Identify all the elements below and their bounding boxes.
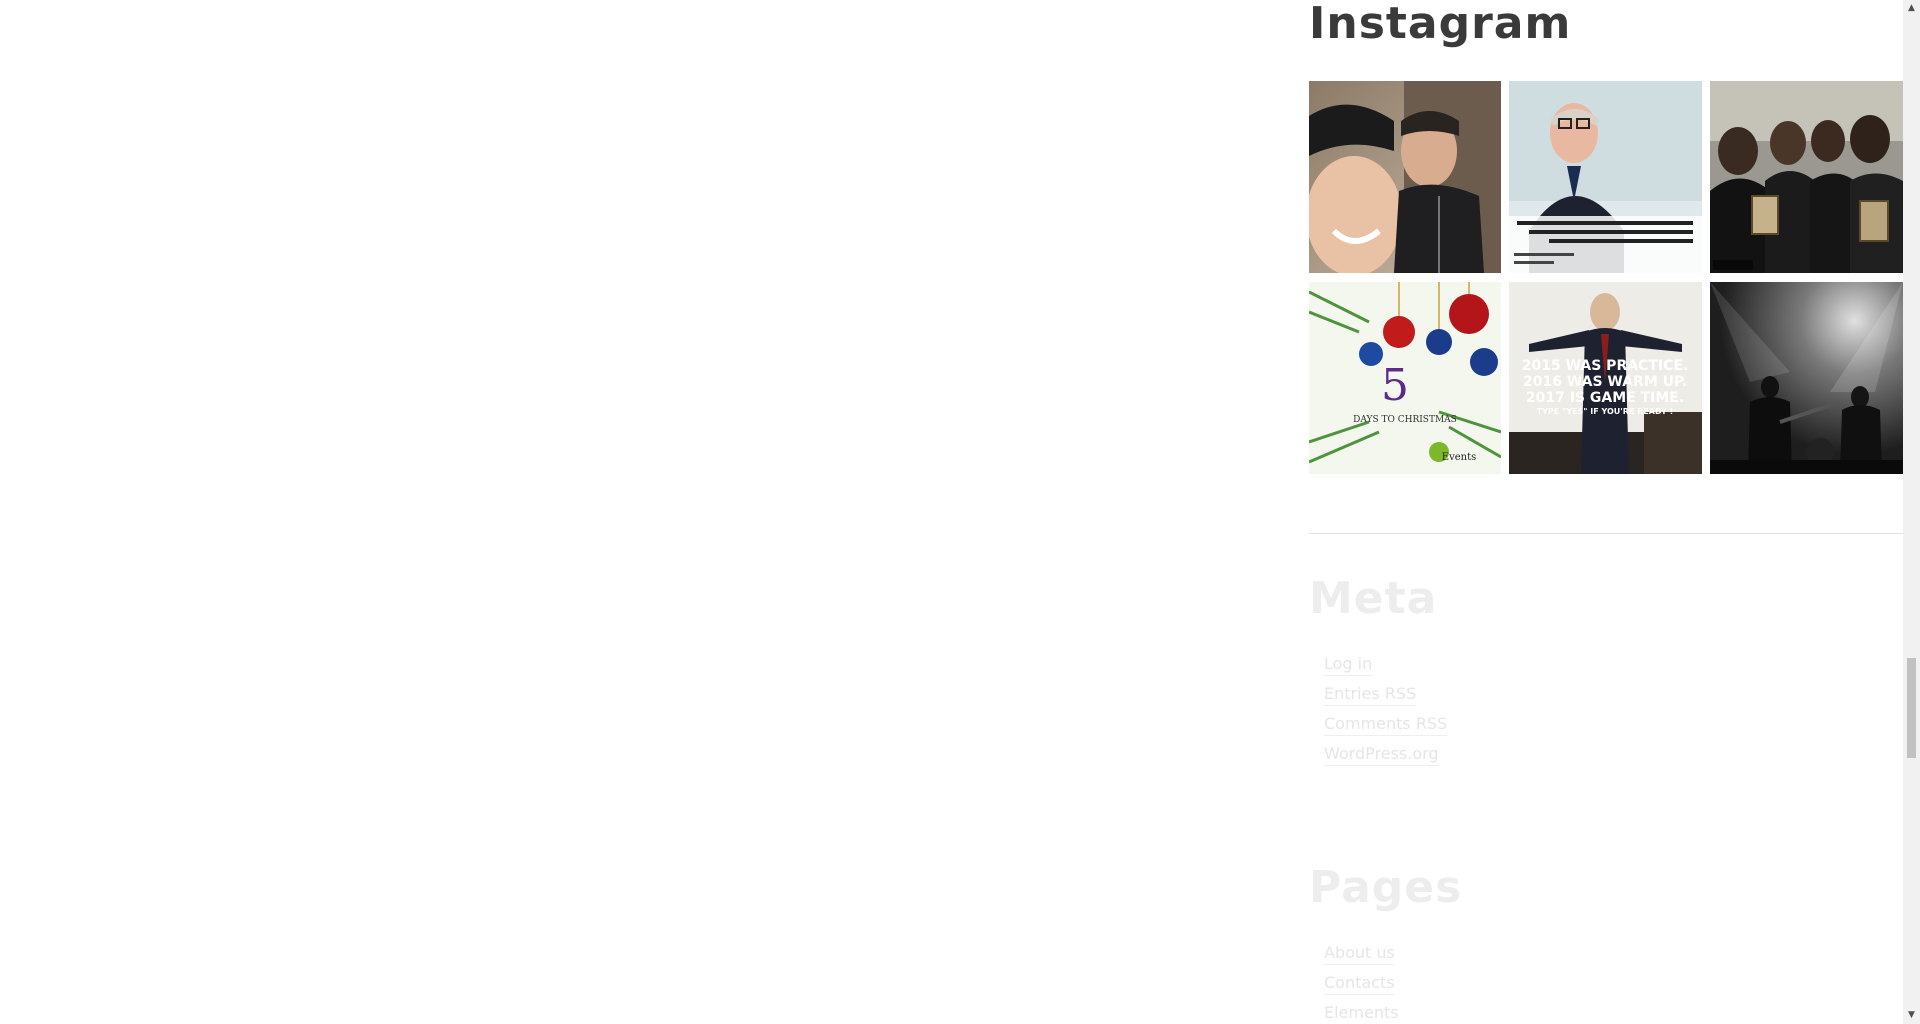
about-us-link[interactable]: About us — [1324, 943, 1395, 965]
comments-rss-link[interactable]: Comments RSS — [1324, 714, 1448, 736]
wordpress-org-link[interactable]: WordPress.org — [1324, 744, 1439, 766]
vertical-scrollbar[interactable]: ▲ ▼ — [1903, 0, 1920, 1024]
list-item: Elements — [1324, 1003, 1399, 1024]
instagram-image-4[interactable]: 5 DAYS TO CHRISTMAS Events — [1309, 282, 1501, 474]
instagram-image-3[interactable] — [1710, 81, 1903, 273]
instagram-image-5[interactable]: 2015 WAS PRACTICE. 2016 WAS WARM UP. 201… — [1509, 282, 1702, 474]
widget-divider — [1309, 533, 1903, 534]
entries-rss-link[interactable]: Entries RSS — [1324, 684, 1417, 706]
instagram-image-1[interactable] — [1309, 81, 1501, 273]
scroll-down-arrow-icon[interactable]: ▼ — [1903, 1007, 1920, 1024]
svg-text:Events: Events — [1442, 452, 1476, 463]
instagram-widget-title: Instagram — [1309, 0, 1572, 49]
svg-text:2016 WAS WARM UP.: 2016 WAS WARM UP. — [1523, 374, 1687, 390]
list-item: Contacts — [1324, 973, 1399, 1003]
list-item: Entries RSS — [1324, 684, 1447, 714]
page: Instagram 5 DAYS TO CHRISTMAS Events 201… — [0, 0, 1920, 1024]
scrollbar-thumb[interactable] — [1907, 657, 1916, 758]
pages-widget-title: Pages — [1309, 862, 1463, 913]
list-item: Comments RSS — [1324, 714, 1448, 744]
list-item: About us — [1324, 943, 1399, 973]
svg-text:2015 WAS PRACTICE.: 2015 WAS PRACTICE. — [1522, 358, 1689, 374]
list-item: Log in — [1324, 654, 1447, 684]
meta-widget-title: Meta — [1309, 573, 1438, 624]
elements-link[interactable]: Elements — [1324, 1003, 1399, 1024]
svg-text:DAYS TO CHRISTMAS: DAYS TO CHRISTMAS — [1353, 415, 1457, 425]
svg-text:5: 5 — [1381, 360, 1409, 411]
log-in-link[interactable]: Log in — [1324, 654, 1373, 676]
meta-link-list: Log in Entries RSS Comments RSS WordPres… — [1324, 654, 1448, 774]
instagram-grid: 5 DAYS TO CHRISTMAS Events 2015 WAS PRAC… — [1309, 81, 1903, 474]
list-item: WordPress.org — [1324, 744, 1447, 774]
instagram-image-2[interactable] — [1509, 81, 1702, 273]
contacts-link[interactable]: Contacts — [1324, 973, 1395, 995]
scroll-up-arrow-icon[interactable]: ▲ — [1903, 0, 1920, 17]
svg-text:TYPE "YES" IF YOU'RE READY !: TYPE "YES" IF YOU'RE READY ! — [1537, 407, 1674, 416]
svg-text:2017 IS GAME TIME.: 2017 IS GAME TIME. — [1526, 390, 1684, 406]
instagram-image-6[interactable] — [1710, 282, 1903, 474]
pages-link-list: About us Contacts Elements — [1324, 943, 1399, 1024]
